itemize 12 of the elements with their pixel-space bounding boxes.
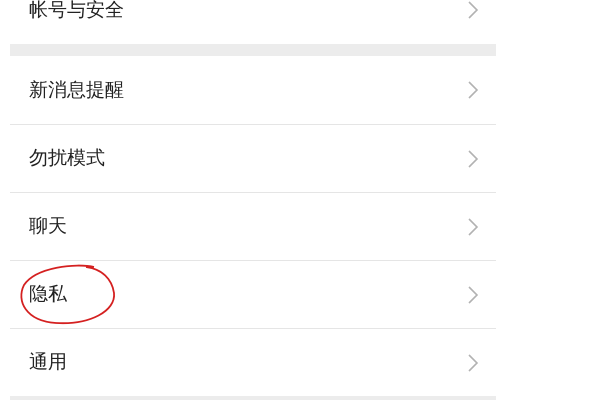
chevron-icon: [468, 150, 478, 168]
row-label: 新消息提醒: [29, 78, 124, 103]
row-label: 聊天: [29, 214, 67, 240]
chevron-icon: [468, 1, 478, 19]
chevron-icon: [468, 81, 478, 99]
chevron-icon: [468, 286, 478, 304]
row-label: 勿扰模式: [29, 146, 105, 172]
chevron-icon: [468, 218, 478, 236]
chevron-icon: [468, 354, 478, 372]
row-label: 通用: [29, 350, 67, 376]
row-label: 帐号与安全: [29, 0, 124, 23]
row-label: 隐私: [29, 282, 67, 308]
